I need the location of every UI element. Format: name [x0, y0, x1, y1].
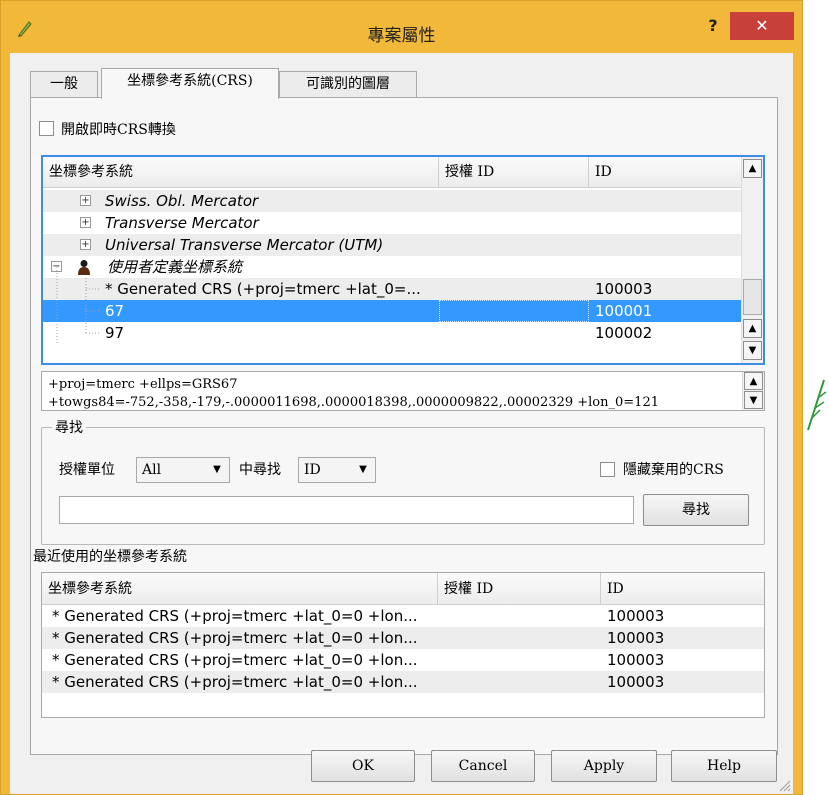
authority-label: 授權單位	[59, 462, 115, 478]
scroll-up-icon[interactable]: ▲	[744, 372, 763, 390]
column-header-crs[interactable]: 坐標參考系統	[43, 157, 439, 188]
resize-grip-icon[interactable]	[777, 778, 791, 792]
otf-transform-label: 開啟即時CRS轉換	[61, 122, 176, 138]
column-header-crs[interactable]: 坐標參考系統	[42, 573, 438, 605]
search-in-select[interactable]: ID ▼	[298, 457, 376, 483]
crs-tree-header: 坐標參考系統 授權 ID ID	[43, 157, 743, 188]
proj-string-display[interactable]: +proj=tmerc +ellps=GRS67 +towgs84=-752,-…	[41, 371, 765, 411]
help-title-button[interactable]: ?	[701, 13, 725, 39]
tree-row-name: 97	[105, 324, 125, 342]
table-row[interactable]: * Generated CRS (+proj=tmerc +lat_0=0 +l…	[42, 627, 764, 649]
recent-row-id: 100003	[607, 629, 665, 647]
chevron-down-icon: ▼	[359, 464, 367, 475]
tree-row-auth-id	[439, 300, 589, 322]
tree-row[interactable]: + Universal Transverse Mercator (UTM)	[43, 234, 743, 256]
scroll-down-icon[interactable]: ▼	[744, 391, 763, 409]
recent-row-id: 100003	[607, 673, 665, 691]
tree-row[interactable]: * Generated CRS (+proj=tmerc +lat_0=... …	[43, 278, 743, 300]
recent-row-id: 100003	[607, 651, 665, 669]
scroll-thumb[interactable]	[743, 279, 762, 315]
title-bar[interactable]: 專案屬性 ? ✕	[1, 1, 802, 53]
tab-crs[interactable]: 坐標參考系統(CRS)	[101, 68, 279, 99]
ok-button[interactable]: OK	[311, 750, 415, 782]
tab-identifiable-layers[interactable]: 可識別的圖層	[279, 71, 417, 97]
tree-row-id: 100002	[595, 324, 653, 342]
proj-line-1: +proj=tmerc +ellps=GRS67	[48, 377, 238, 392]
otf-transform-checkbox[interactable]	[39, 121, 54, 136]
tree-row[interactable]: 97 100002	[43, 322, 743, 344]
search-group: 尋找 授權單位 All ▼ 中尋找 ID ▼ 隱藏棄用的CRS 尋找	[41, 417, 765, 545]
project-properties-dialog: 專案屬性 ? ✕ 一般 坐標參考系統(CRS) 可識別的圖層 開啟即時CRS轉換…	[0, 0, 803, 795]
authority-select-value: All	[142, 462, 162, 478]
recent-crs-title: 最近使用的坐標參考系統	[33, 549, 187, 565]
proj-line-2: +towgs84=-752,-358,-179,-.0000011698,.00…	[48, 395, 659, 410]
tree-row-name: Swiss. Obl. Mercator	[105, 192, 259, 210]
recent-row-name: * Generated CRS (+proj=tmerc +lat_0=0 +l…	[52, 629, 418, 647]
authority-select[interactable]: All ▼	[136, 457, 230, 483]
window-title: 專案屬性	[367, 26, 436, 46]
tree-row-name: Universal Transverse Mercator (UTM)	[105, 236, 384, 254]
chevron-down-icon: ▼	[213, 464, 221, 475]
tree-guide-lines	[56, 267, 101, 344]
tree-row-name: 使用者定義坐標系統	[107, 258, 243, 276]
table-row[interactable]: * Generated CRS (+proj=tmerc +lat_0=0 +l…	[42, 671, 764, 693]
proj-scrollbar[interactable]: ▲ ▼	[742, 372, 764, 410]
scroll-up-icon[interactable]: ▲	[743, 319, 762, 338]
hide-deprecated-label: 隱藏棄用的CRS	[623, 462, 724, 478]
column-header-auth-id[interactable]: 授權 ID	[438, 573, 601, 605]
tree-row-name: Transverse Mercator	[105, 214, 259, 232]
table-row[interactable]: * Generated CRS (+proj=tmerc +lat_0=0 +l…	[42, 649, 764, 671]
background-plant-decoration	[807, 379, 827, 431]
tree-row-id: 100001	[595, 302, 653, 320]
crs-tree-scrollbar[interactable]: ▲ ▲ ▼	[741, 157, 763, 363]
apply-button[interactable]: Apply	[551, 750, 657, 782]
tree-row[interactable]: + Swiss. Obl. Mercator	[43, 190, 743, 212]
hide-deprecated-checkbox[interactable]	[600, 462, 615, 477]
recent-row-name: * Generated CRS (+proj=tmerc +lat_0=0 +l…	[52, 607, 418, 625]
table-row[interactable]: * Generated CRS (+proj=tmerc +lat_0=0 +l…	[42, 605, 764, 627]
tree-row-name: * Generated CRS (+proj=tmerc +lat_0=...	[105, 280, 421, 298]
search-group-title: 尋找	[52, 417, 86, 437]
recent-row-id: 100003	[607, 607, 665, 625]
crs-tree[interactable]: 坐標參考系統 授權 ID ID + Swiss. Obl. Mercator +…	[41, 155, 765, 365]
scroll-down-icon[interactable]: ▼	[743, 341, 762, 360]
crs-tab-pane: 開啟即時CRS轉換 坐標參考系統 授權 ID ID + Swiss. Obl. …	[30, 97, 778, 755]
column-header-auth-id[interactable]: 授權 ID	[439, 157, 589, 188]
search-input[interactable]	[59, 496, 634, 524]
tree-row-id: 100003	[595, 280, 653, 298]
recent-table-header: 坐標參考系統 授權 ID ID	[42, 573, 764, 605]
dialog-body: 一般 坐標參考系統(CRS) 可識別的圖層 開啟即時CRS轉換 坐標參考系統 授…	[10, 53, 793, 794]
recent-row-name: * Generated CRS (+proj=tmerc +lat_0=0 +l…	[52, 673, 418, 691]
column-header-id[interactable]: ID	[601, 573, 764, 605]
tree-row-selected[interactable]: 67 100001	[43, 300, 743, 322]
tab-general[interactable]: 一般	[30, 71, 98, 97]
scroll-up-icon[interactable]: ▲	[743, 159, 762, 178]
find-button[interactable]: 尋找	[643, 494, 749, 526]
recent-row-name: * Generated CRS (+proj=tmerc +lat_0=0 +l…	[52, 651, 418, 669]
tree-row-name: 67	[105, 302, 125, 320]
help-button[interactable]: Help	[671, 750, 777, 782]
column-header-id[interactable]: ID	[589, 157, 743, 188]
close-button[interactable]: ✕	[730, 12, 794, 40]
search-in-label: 中尋找	[239, 462, 281, 478]
recent-crs-table[interactable]: 坐標參考系統 授權 ID ID * Generated CRS (+proj=t…	[41, 572, 765, 718]
tree-row[interactable]: + Transverse Mercator	[43, 212, 743, 234]
search-in-select-value: ID	[304, 462, 321, 478]
tree-row[interactable]: − 使用者定義坐標系統	[43, 256, 743, 278]
cancel-button[interactable]: Cancel	[431, 750, 535, 782]
